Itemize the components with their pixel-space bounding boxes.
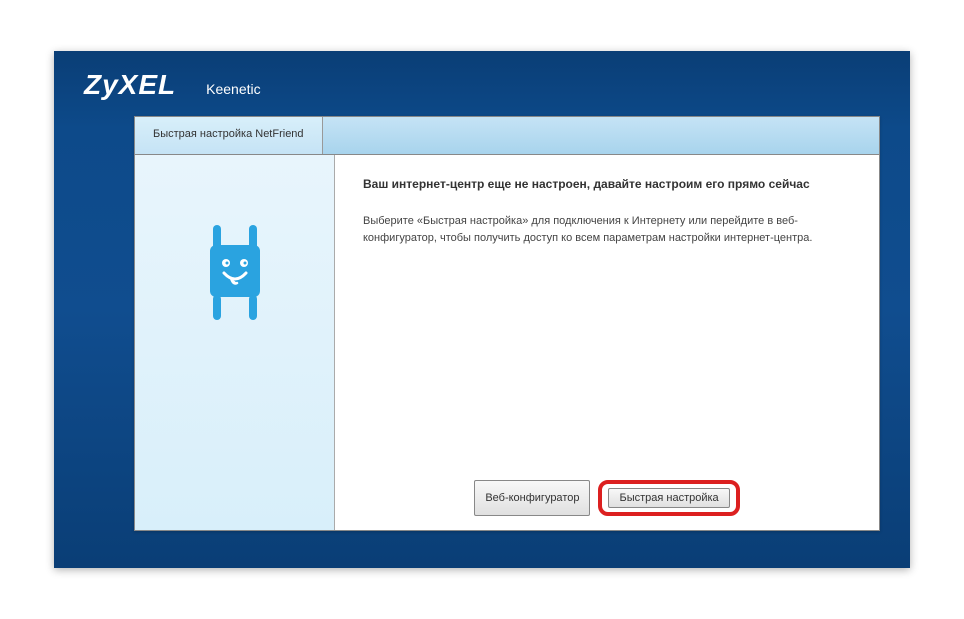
- highlight-ring: Быстрая настройка: [598, 480, 739, 516]
- main-content: Ваш интернет-центр еще не настроен, дава…: [335, 155, 879, 530]
- brand-logo: ZyXEL: [84, 69, 176, 101]
- setup-title: Ваш интернет-центр еще не настроен, дава…: [363, 177, 851, 191]
- app-window: ZyXEL Keenetic Быстрая настройка NetFrie…: [54, 51, 910, 568]
- tab-bar: Быстрая настройка NetFriend: [135, 117, 879, 155]
- main-panel: Быстрая настройка NetFriend: [134, 116, 880, 531]
- content-wrap: Ваш интернет-центр еще не настроен, дава…: [135, 155, 879, 530]
- header: ZyXEL Keenetic: [54, 51, 910, 116]
- web-configurator-button[interactable]: Веб-конфигуратор: [474, 480, 590, 516]
- quick-setup-button[interactable]: Быстрая настройка: [608, 488, 729, 508]
- mascot-icon: [200, 225, 270, 320]
- tab-netfriend[interactable]: Быстрая настройка NetFriend: [135, 117, 323, 154]
- product-name: Keenetic: [206, 81, 260, 97]
- sidebar: [135, 155, 335, 530]
- button-row: Веб-конфигуратор Быстрая настройка: [335, 480, 879, 516]
- tab-label: Быстрая настройка NetFriend: [153, 128, 304, 140]
- setup-description: Выберите «Быстрая настройка» для подключ…: [363, 213, 851, 246]
